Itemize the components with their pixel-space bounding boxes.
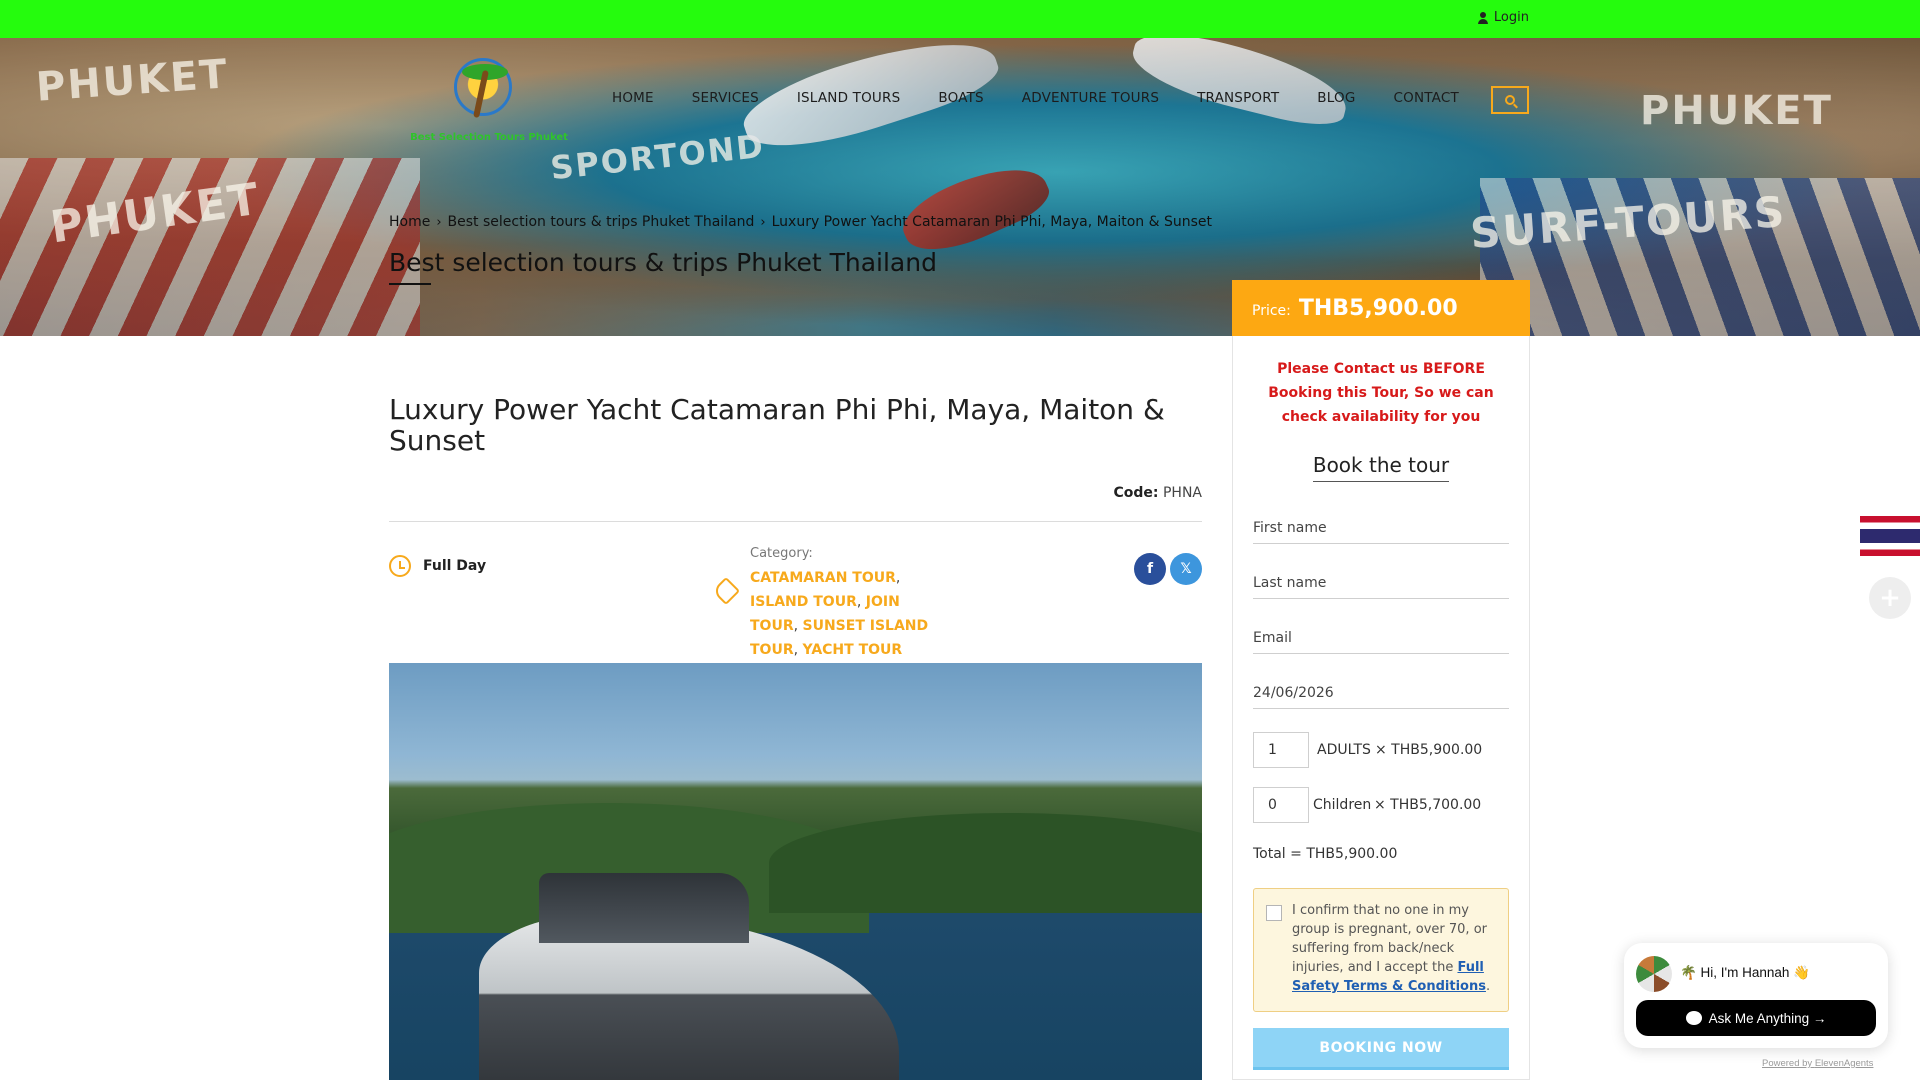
breadcrumb-home[interactable]: Home [389,214,430,230]
hero-banner: PHUKET PHUKET PHUKET SURF-TOURS SPORTOND [0,38,1920,336]
hero-decor-sign: SURF-TOURS [1468,187,1788,258]
price-box: Price: THB5,900.00 [1232,280,1530,336]
logo-name: Best Selection Tours Phuket [410,132,568,143]
nav-item-island-tours[interactable]: ISLAND TOURS [797,90,901,106]
nav-item-transport[interactable]: TRANSPORT [1197,90,1279,106]
category-link-yacht-tour[interactable]: YACHT TOUR [803,642,903,658]
tour-code-label: Code: [1113,485,1159,501]
booking-now-button[interactable]: BOOKING NOW [1253,1028,1509,1070]
children-quantity-input[interactable]: 0 [1253,787,1309,823]
expand-plus-button[interactable]: + [1869,577,1911,619]
search-icon [1505,95,1515,105]
x-twitter-icon: 𝕏 [1180,561,1192,577]
chevron-right-icon: › [436,214,442,230]
ask-button-label: Ask Me Anything → [1708,1010,1827,1026]
booking-notice: Please Contact us BEFORE Booking this To… [1268,361,1494,425]
hero-decor-sign: PHUKET [1640,88,1833,134]
category-list: CATAMARAN TOUR, ISLAND TOUR, JOIN TOUR, … [750,570,929,658]
adults-quantity-input[interactable]: 1 [1253,732,1309,768]
nav-item-home[interactable]: HOME [612,90,654,106]
tour-photo [389,663,1202,1080]
nav-item-adventure-tours[interactable]: ADVENTURE TOURS [1022,90,1159,106]
breadcrumb-category[interactable]: Best selection tours & trips Phuket Thai… [448,214,755,230]
chat-widget: 🌴 Hi, I'm Hannah 👋 Ask Me Anything → [1624,943,1888,1048]
children-price: × THB5,700.00 [1374,797,1482,813]
booking-title: Book the tour [1232,453,1530,482]
adults-price: × THB5,900.00 [1375,742,1483,758]
thai-flag-language-icon[interactable] [1860,516,1920,556]
powered-prefix: Powered by [1762,1058,1815,1069]
share-buttons: f 𝕏 [1134,553,1202,585]
price-value: THB5,900.00 [1298,295,1458,321]
login-label: Login [1493,10,1529,25]
chat-greeting: 🌴 Hi, I'm Hannah 👋 [1680,965,1810,980]
first-name-field[interactable]: First name [1253,514,1509,544]
tour-code: Code: PHNA [1114,485,1203,501]
site-logo[interactable]: Best Selection Tours Phuket [394,52,584,143]
nav-item-services[interactable]: SERVICES [692,90,759,106]
login-link[interactable]: Login [1477,10,1529,25]
last-name-field[interactable]: Last name [1253,569,1509,599]
date-field[interactable]: 24/06/2026 [1253,679,1509,709]
twitter-share-button[interactable]: 𝕏 [1170,553,1202,585]
clock-icon [389,555,411,577]
photo-hill [769,813,1202,913]
chat-bubble-icon [1685,1011,1702,1025]
powered-by: Powered by ElevenAgents [1762,1058,1873,1069]
booking-total: Total = THB5,900.00 [1253,846,1398,862]
nav-item-contact[interactable]: CONTACT [1394,90,1459,106]
breadcrumb: Home › Best selection tours & trips Phuk… [389,214,1212,230]
category-link-catamaran-tour[interactable]: CATAMARAN TOUR [750,570,896,586]
category-link-island-tour[interactable]: ISLAND TOUR [750,594,857,610]
hero-title-underline [389,283,431,285]
price-label: Price: [1252,303,1291,319]
nav-item-boats[interactable]: BOATS [938,90,983,106]
category-label: Category: [750,546,813,561]
tour-duration: Full Day [389,555,486,577]
nav-item-blog[interactable]: BLOG [1317,90,1355,106]
ask-me-anything-button[interactable]: Ask Me Anything → [1636,1000,1876,1036]
facebook-share-button[interactable]: f [1134,553,1166,585]
hero-decor-sign: PHUKET [47,173,264,254]
booking-title-text: Book the tour [1312,453,1450,482]
children-label: Children [1313,797,1372,813]
terms-checkbox[interactable] [1266,905,1282,921]
photo-yacht-deck [539,873,749,943]
hero-title: Best selection tours & trips Phuket Thai… [389,248,937,277]
hero-decor-boat [1126,38,1354,134]
tag-icon [711,576,741,606]
chat-avatar [1636,956,1672,992]
divider [389,521,1202,522]
terms-end: . [1485,979,1491,994]
chevron-right-icon: › [760,214,766,230]
search-button[interactable] [1491,86,1529,114]
user-icon [1477,11,1488,24]
terms-text-block: I confirm that no one in my group is pre… [1292,901,1502,996]
powered-link[interactable]: ElevenAgents [1815,1058,1874,1069]
breadcrumb-current: Luxury Power Yacht Catamaran Phi Phi, Ma… [771,214,1212,230]
hero-decor-sign: PHUKET [34,51,231,111]
tour-title: Luxury Power Yacht Catamaran Phi Phi, Ma… [389,393,1165,457]
facebook-icon: f [1146,561,1154,577]
adults-label: ADULTS [1317,742,1371,758]
top-bar: Login [0,0,1920,38]
main-nav: HOME SERVICES ISLAND TOURS BOATS ADVENTU… [612,90,1497,106]
safety-terms-box: I confirm that no one in my group is pre… [1253,888,1509,1012]
tour-code-value: PHNA [1162,485,1202,501]
email-field[interactable]: Email [1253,624,1509,654]
tour-duration-label: Full Day [423,558,487,574]
